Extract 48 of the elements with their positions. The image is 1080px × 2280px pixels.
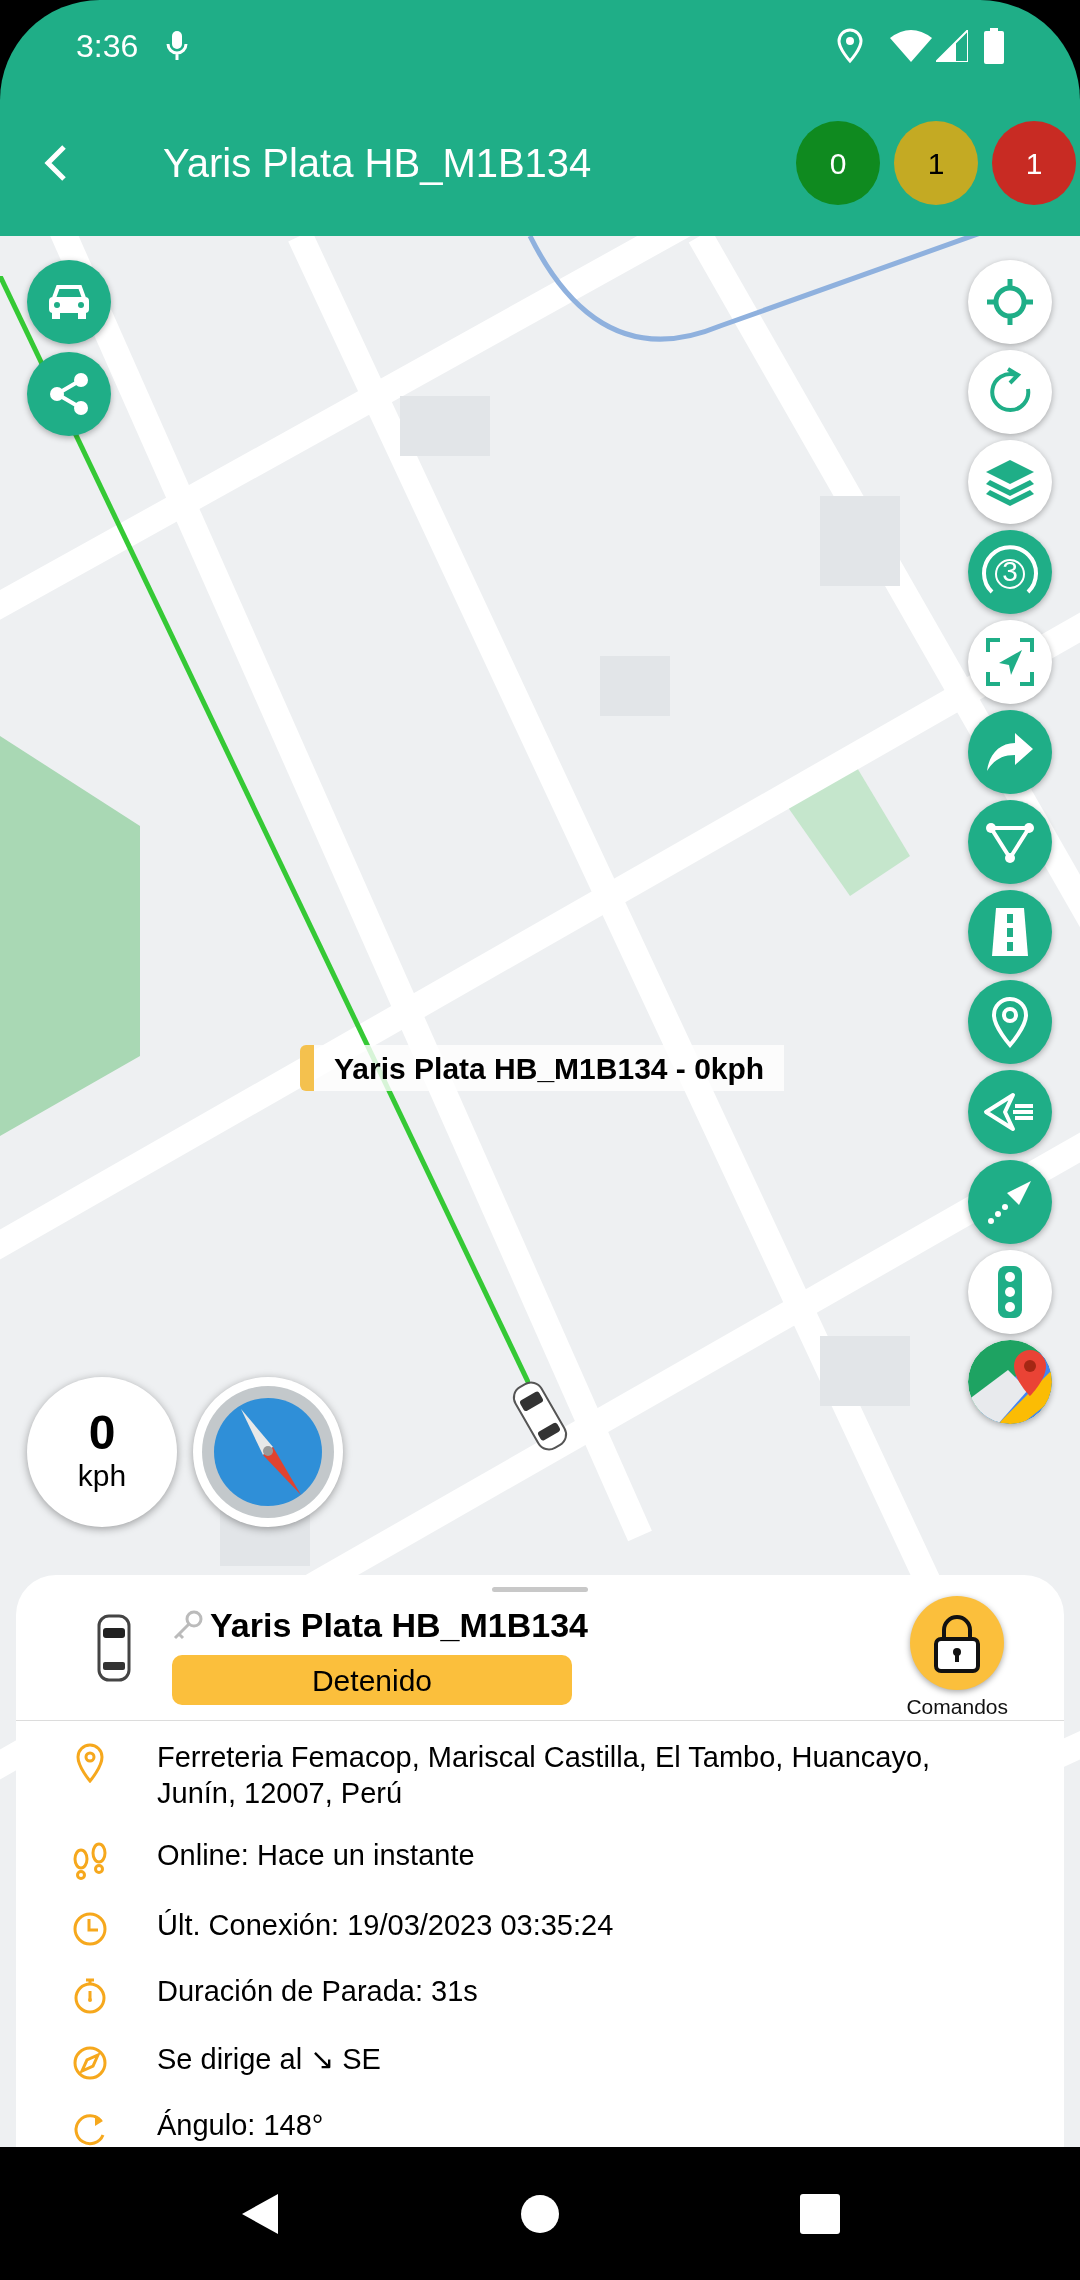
count-badge: 0: [796, 121, 880, 205]
detail-text: Ángulo: 148°: [157, 2108, 325, 2143]
location-pin-icon: [74, 1743, 105, 1783]
detail-text: Ferreteria Femacop, Mariscal Castilla, El Tambo, Huancayo, Junín, 12007, Perú: [157, 1740, 932, 1811]
traffic-light-icon: [997, 1265, 1023, 1319]
location-icon: [836, 28, 864, 64]
back-icon: [44, 143, 68, 183]
compass-icon: [71, 2045, 108, 2081]
speed-unit: kph: [77, 1458, 127, 1495]
vehicle-map-label: Yaris Plata HB_M1B134 - 0kph: [314, 1045, 785, 1091]
footprints-icon: [71, 1841, 108, 1881]
road-icon: [990, 906, 1030, 958]
commands-label: Comandos: [906, 1694, 1008, 1721]
count-badge: 1: [894, 121, 978, 205]
clock-icon: [71, 1911, 108, 1947]
speed-value: 0: [88, 1409, 116, 1458]
car-icon: [46, 282, 92, 322]
triangle-route-icon: [985, 820, 1035, 864]
signal-icon: [936, 30, 968, 62]
detail-text: Se dirige al ↘ SE: [157, 2042, 382, 2077]
status-pill: Detenido: [172, 1655, 572, 1706]
detail-text: Online: Hace un instante: [157, 1838, 476, 1873]
status-time: 3:36: [76, 27, 139, 66]
back-nav-button[interactable]: [240, 2191, 280, 2236]
lock-button[interactable]: [910, 1596, 1005, 1691]
label-marker: [300, 1045, 314, 1091]
vehicle-name: Yaris Plata HB_M1B134: [210, 1605, 588, 1647]
wifi-icon: [890, 30, 932, 62]
recents-nav-button[interactable]: [800, 2193, 840, 2234]
detail-text: Duración de Parada: 31s: [157, 1974, 479, 2009]
share-icon: [47, 372, 91, 416]
battery-icon: [984, 28, 1004, 64]
layers-icon: [984, 458, 1036, 506]
vehicle-title: Yaris Plata HB_M1B134: [163, 140, 592, 187]
fit-screen-icon: [985, 637, 1035, 687]
microphone-icon: [166, 30, 189, 62]
car-top-view-icon: [96, 1614, 132, 1683]
detail-text: Últ. Conexión: 19/03/2023 03:35:24: [157, 1908, 615, 1943]
locate-icon: [985, 277, 1035, 327]
location-pin-icon: [990, 996, 1030, 1048]
home-circle-icon: [520, 2193, 560, 2234]
recents-square-icon: [800, 2193, 840, 2234]
drag-handle[interactable]: [492, 1587, 588, 1593]
count-badge: 1: [992, 121, 1076, 205]
forward-arrow-icon: [985, 731, 1035, 773]
key-icon: [172, 1609, 204, 1642]
home-nav-button[interactable]: [520, 2193, 560, 2234]
triangle-back-icon: [240, 2191, 280, 2236]
